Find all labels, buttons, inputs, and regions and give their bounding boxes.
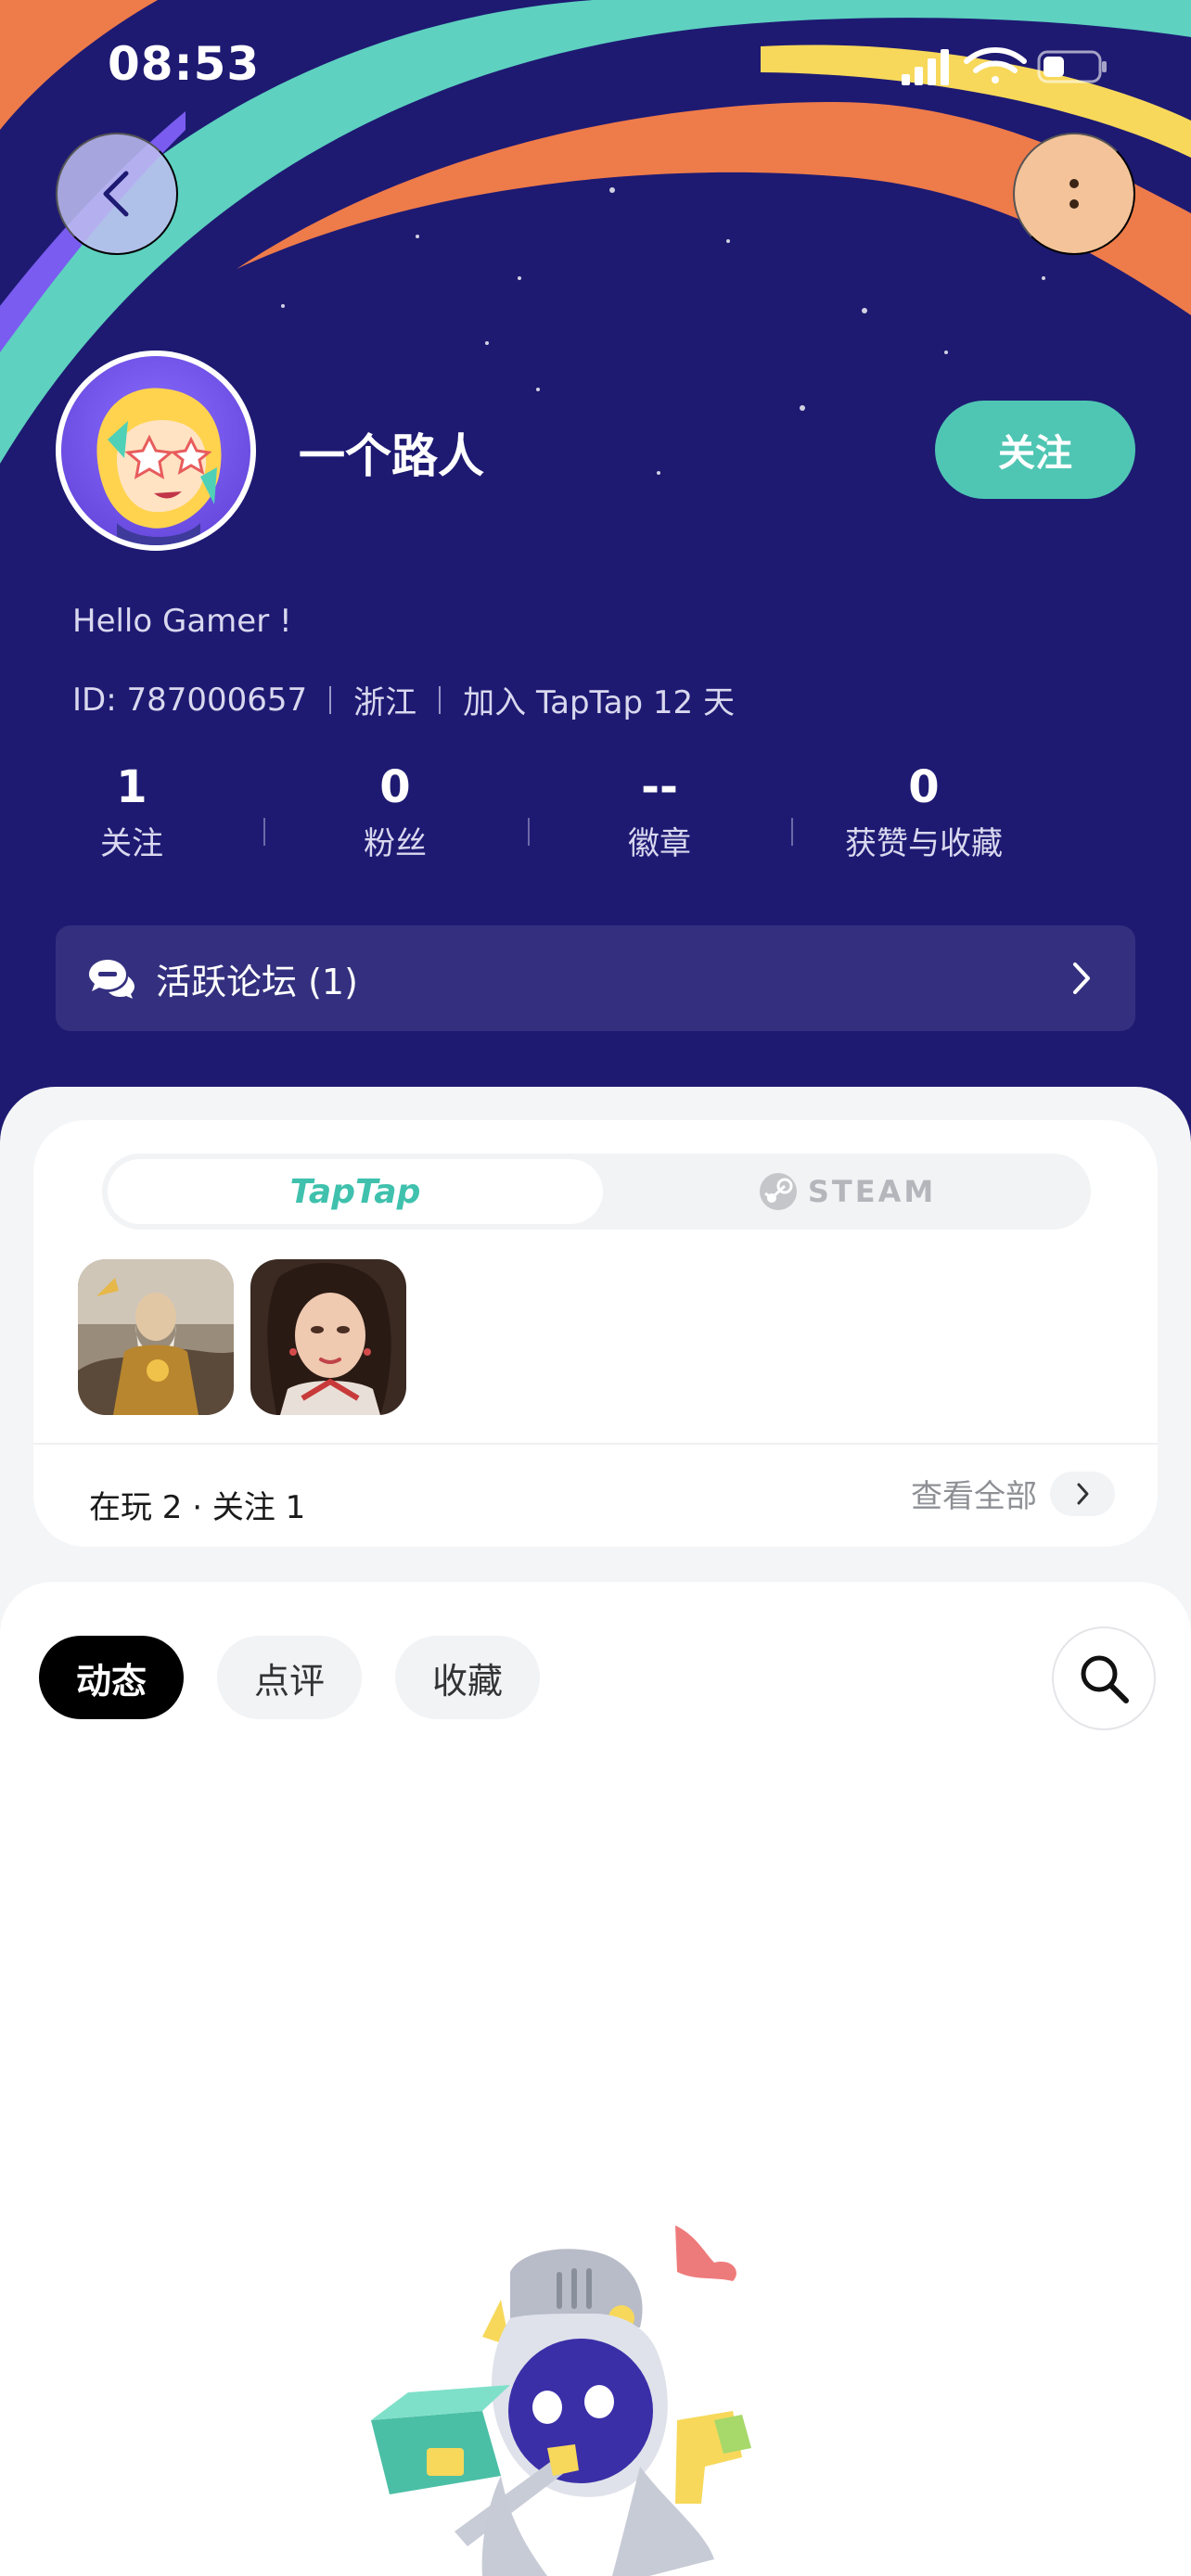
forum-label: 活跃论坛 (1) bbox=[156, 961, 358, 1002]
tab-reviews[interactable]: 点评 bbox=[217, 1636, 362, 1719]
username: 一个路人 bbox=[299, 429, 484, 483]
user-joined: 加入 TapTap 12 天 bbox=[463, 684, 735, 721]
games-card: TapTap STEAM 在玩 2 · 关注 1 查看全部 bbox=[33, 1120, 1158, 1547]
steam-logo-icon bbox=[759, 1173, 797, 1210]
profile-header: 08:53 一个路人 关注 Hello Gamer ! ID: 78700065… bbox=[0, 0, 1191, 1150]
search-icon bbox=[1081, 1655, 1129, 1703]
view-all-arrow bbox=[1050, 1471, 1115, 1516]
battery-icon bbox=[1037, 50, 1107, 83]
back-button[interactable] bbox=[56, 133, 178, 255]
chevron-right-icon bbox=[1077, 1483, 1089, 1504]
game-art-heroine bbox=[250, 1259, 406, 1415]
chat-bubbles-icon bbox=[89, 960, 134, 999]
stat-following[interactable]: 1 关注 bbox=[2, 760, 262, 863]
platform-switch: TapTap STEAM bbox=[102, 1154, 1091, 1230]
games-divider bbox=[33, 1443, 1158, 1445]
view-all-label: 查看全部 bbox=[911, 1478, 1037, 1515]
status-time: 08:53 bbox=[108, 37, 261, 91]
stat-value: 0 bbox=[379, 761, 411, 813]
follow-button[interactable]: 关注 bbox=[935, 401, 1135, 499]
tab-moments[interactable]: 动态 bbox=[39, 1636, 184, 1719]
stat-label: 粉丝 bbox=[364, 825, 427, 862]
tab-taptap[interactable]: TapTap bbox=[108, 1159, 603, 1224]
stat-value: 1 bbox=[116, 761, 147, 813]
user-bio: Hello Gamer ! bbox=[72, 603, 292, 640]
avatar[interactable] bbox=[56, 351, 256, 551]
games-summary: 在玩 2 · 关注 1 bbox=[89, 1489, 306, 1526]
cellular-signal-icon bbox=[902, 49, 949, 85]
view-all-link[interactable]: 查看全部 bbox=[911, 1471, 1115, 1516]
stat-value: 0 bbox=[908, 761, 940, 813]
stat-value: -- bbox=[641, 761, 678, 813]
meta-divider bbox=[439, 685, 442, 714]
avatar-character-icon bbox=[96, 388, 222, 545]
wifi-icon bbox=[964, 47, 1027, 83]
game-icon-heroine[interactable] bbox=[250, 1259, 406, 1415]
stat-likes-favorites[interactable]: 0 获赞与收藏 bbox=[794, 760, 1054, 863]
stat-label: 徽章 bbox=[628, 825, 691, 862]
search-button[interactable] bbox=[1052, 1626, 1156, 1730]
chevron-right-icon bbox=[1073, 963, 1090, 994]
more-button[interactable] bbox=[1013, 133, 1135, 255]
stat-divider bbox=[791, 818, 793, 846]
game-art-sage-warrior bbox=[78, 1259, 234, 1415]
game-icon-warrior[interactable] bbox=[78, 1259, 234, 1415]
active-forum-bar[interactable]: 活跃论坛 (1) bbox=[56, 925, 1135, 1031]
stat-label: 关注 bbox=[100, 825, 163, 862]
more-vertical-icon bbox=[1069, 179, 1079, 209]
empty-state-knight-illustration bbox=[371, 2225, 751, 2576]
tab-steam[interactable]: STEAM bbox=[603, 1159, 1091, 1224]
user-meta: ID: 787000657 浙江 加入 TapTap 12 天 bbox=[72, 677, 735, 722]
user-id: ID: 787000657 bbox=[72, 681, 308, 719]
stat-label: 获赞与收藏 bbox=[845, 825, 1003, 862]
tab-favorites[interactable]: 收藏 bbox=[395, 1636, 540, 1719]
chevron-left-icon bbox=[103, 171, 129, 217]
meta-divider bbox=[329, 685, 332, 714]
stat-fans[interactable]: 0 粉丝 bbox=[265, 760, 525, 863]
stat-badges[interactable]: -- 徽章 bbox=[530, 760, 789, 863]
user-region: 浙江 bbox=[353, 684, 417, 721]
stats-row: 1 关注 0 粉丝 -- 徽章 0 获赞与收藏 bbox=[0, 760, 1191, 872]
tab-steam-label: STEAM bbox=[807, 1174, 937, 1209]
status-icons bbox=[902, 47, 1107, 85]
